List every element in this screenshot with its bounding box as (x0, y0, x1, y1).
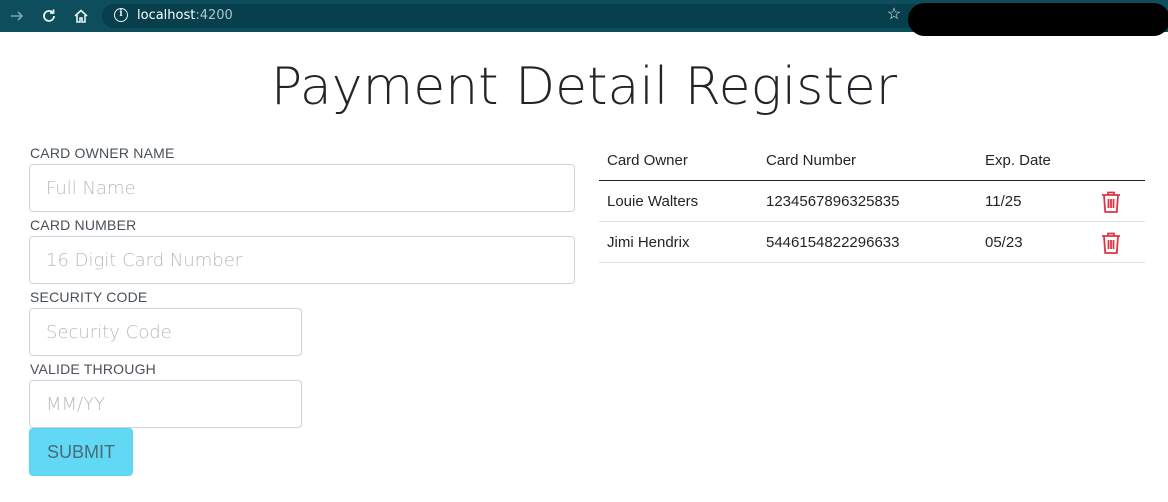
trash-icon[interactable] (1100, 231, 1122, 255)
header-exp-date: Exp. Date (985, 152, 1051, 169)
submit-button[interactable]: SUBMIT (29, 428, 133, 476)
forward-icon[interactable] (6, 5, 28, 27)
table-row[interactable]: Jimi Hendrix 5446154822296633 05/23 (599, 222, 1145, 263)
table-row[interactable]: Louie Walters 1234567896325835 11/25 (599, 181, 1145, 222)
star-icon[interactable]: ☆ (884, 5, 904, 25)
url-text: localhost:4200 (137, 8, 233, 23)
card-owner-label: CARD OWNER NAME (30, 145, 175, 161)
table-header: Card Owner Card Number Exp. Date (599, 142, 1145, 181)
card-owner-input[interactable] (29, 164, 575, 212)
info-icon[interactable]: i (114, 8, 128, 22)
address-bar[interactable]: i localhost:4200 ☆ (102, 3, 1168, 36)
header-card-number: Card Number (766, 152, 857, 169)
browser-toolbar: i localhost:4200 ☆ (0, 0, 1168, 36)
page-title: Payment Detail Register (270, 57, 898, 117)
redacted-area (908, 3, 1168, 36)
security-code-label: SECURITY CODE (30, 289, 148, 305)
row-card-number: 1234567896325835 (766, 193, 900, 210)
valid-through-label: VALIDE THROUGH (30, 361, 156, 377)
row-exp-date: 05/23 (985, 234, 1023, 251)
row-owner: Louie Walters (607, 193, 699, 210)
card-number-label: CARD NUMBER (30, 217, 137, 233)
row-owner: Jimi Hendrix (607, 234, 690, 251)
security-code-input[interactable] (29, 308, 302, 356)
valid-through-input[interactable] (29, 380, 302, 428)
header-card-owner: Card Owner (607, 152, 688, 169)
reload-icon[interactable] (38, 5, 60, 27)
payment-table: Card Owner Card Number Exp. Date Louie W… (599, 142, 1145, 263)
trash-icon[interactable] (1100, 190, 1122, 214)
row-card-number: 5446154822296633 (766, 234, 900, 251)
card-number-input[interactable] (29, 236, 575, 284)
home-icon[interactable] (70, 5, 92, 27)
row-exp-date: 11/25 (985, 193, 1022, 210)
